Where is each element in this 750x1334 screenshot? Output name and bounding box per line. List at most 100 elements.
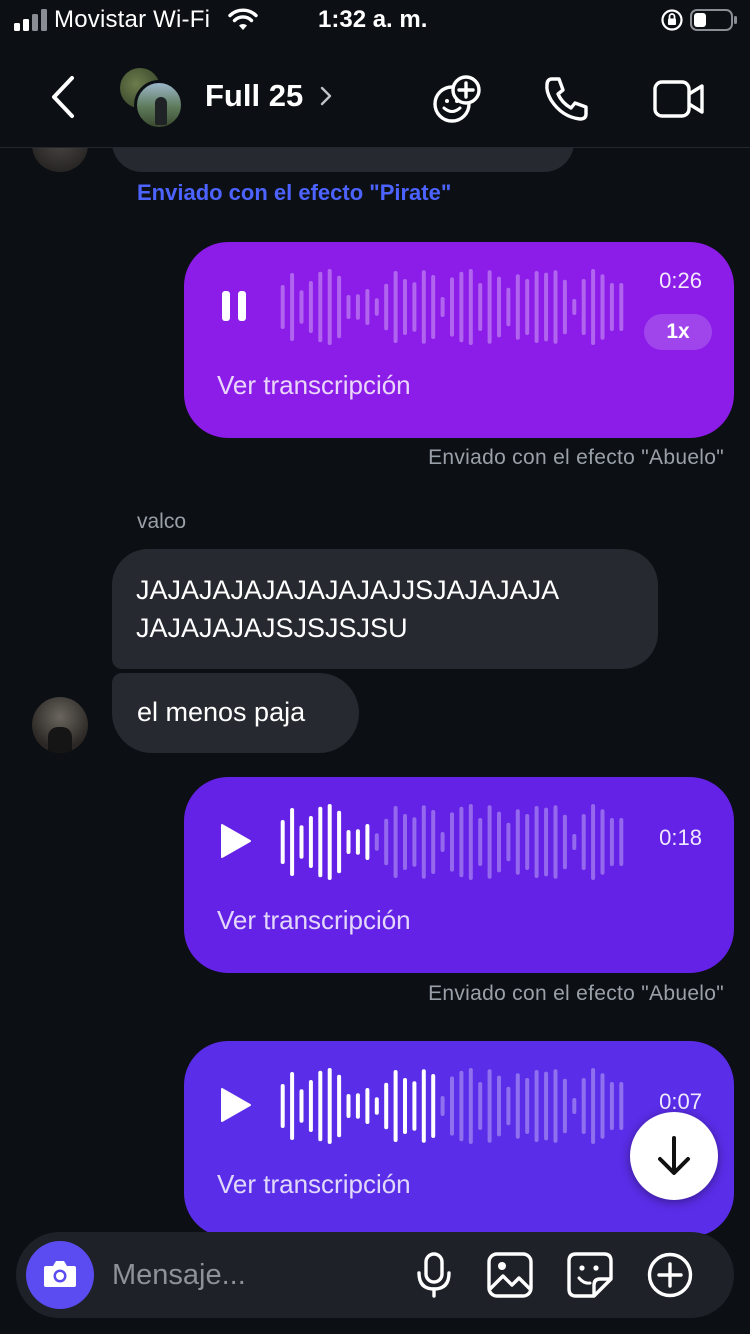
play-icon[interactable] — [216, 821, 256, 861]
arrow-down-icon — [658, 1136, 690, 1175]
waveform-bar — [525, 814, 530, 870]
waveform-bar — [318, 806, 323, 878]
waveform-bar — [619, 1082, 624, 1130]
waveform-bar — [619, 283, 624, 331]
message-list[interactable]: Enviado con el efecto "Pirate" 0:26 1x V… — [0, 148, 750, 1234]
waveform-bar — [393, 1070, 398, 1142]
message-text: JAJAJAJAJAJAJAJAJJSJAJAJAJA — [136, 575, 560, 605]
gallery-icon[interactable] — [486, 1251, 534, 1299]
message-input[interactable] — [112, 1252, 392, 1298]
waveform-bar — [374, 833, 379, 851]
wifi-icon — [228, 8, 258, 30]
audio-waveform[interactable] — [278, 1061, 626, 1151]
view-transcript-link[interactable]: Ver transcripción — [217, 1169, 411, 1200]
waveform-bar — [393, 271, 398, 343]
voice-message[interactable]: 0:18 Ver transcripción — [184, 777, 734, 973]
waveform-bar — [431, 1074, 436, 1138]
waveform-bar — [299, 290, 304, 324]
waveform-bar — [299, 1089, 304, 1123]
sender-name: valco — [137, 510, 187, 533]
message-text: el menos paja — [137, 697, 306, 727]
waveform-bar — [544, 807, 549, 877]
view-transcript-link[interactable]: Ver transcripción — [217, 905, 411, 936]
waveform-bar — [591, 804, 596, 880]
waveform-bar — [553, 1069, 558, 1143]
waveform-bar — [440, 832, 445, 852]
carrier-name: Movistar Wi-Fi — [54, 6, 211, 33]
group-avatar[interactable] — [118, 66, 188, 130]
clock: 1:32 a. m. — [318, 6, 428, 33]
waveform-bar — [290, 273, 295, 341]
audio-waveform[interactable] — [278, 262, 626, 352]
scroll-to-bottom-button[interactable] — [630, 1112, 718, 1200]
camera-button[interactable] — [26, 1241, 94, 1309]
waveform-bar — [290, 1072, 295, 1140]
waveform-bar — [431, 810, 436, 874]
voice-duration: 0:18 — [659, 825, 702, 850]
waveform-bar — [384, 283, 389, 331]
voice-duration: 0:07 — [659, 1089, 702, 1114]
waveform-bar — [487, 1069, 492, 1143]
avatar[interactable] — [32, 148, 88, 172]
effect-label-pirate[interactable]: Enviado con el efecto "Pirate" — [137, 180, 451, 206]
waveform-bar — [553, 805, 558, 879]
waveform-bar — [327, 269, 332, 345]
waveform-bar — [412, 817, 417, 867]
waveform-bar — [525, 279, 530, 335]
waveform-bar — [468, 804, 473, 880]
pause-icon[interactable] — [216, 286, 256, 326]
waveform-bar — [487, 805, 492, 879]
waveform-bar — [459, 806, 464, 878]
back-chevron-icon[interactable] — [42, 72, 82, 122]
play-icon[interactable] — [216, 1085, 256, 1125]
effect-label-abuelo[interactable]: Enviado con el efecto "Abuelo" — [428, 982, 724, 1006]
message-bubble[interactable]: JAJAJAJAJAJAJAJAJJSJAJAJAJA JAJAJAJAJSJS… — [112, 549, 658, 669]
waveform-bar — [393, 806, 398, 878]
waveform-bar — [308, 1080, 313, 1132]
effects-icon[interactable] — [430, 72, 484, 126]
message-bubble[interactable]: el menos paja — [112, 673, 359, 753]
conversation-title[interactable]: Full 25 — [205, 78, 303, 114]
video-camera-icon[interactable] — [652, 72, 706, 126]
microphone-icon[interactable] — [410, 1251, 458, 1299]
view-transcript-link[interactable]: Ver transcripción — [217, 370, 411, 401]
waveform-bar — [403, 1078, 407, 1134]
avatar[interactable] — [32, 697, 88, 753]
waveform-bar — [544, 1071, 549, 1141]
waveform-bar — [421, 1069, 426, 1143]
waveform-bar — [562, 814, 567, 870]
effect-label-abuelo[interactable]: Enviado con el efecto "Abuelo" — [428, 446, 724, 470]
audio-waveform[interactable] — [278, 797, 626, 887]
waveform-bar — [355, 1093, 360, 1119]
waveform-bar — [534, 271, 539, 343]
sticker-icon[interactable] — [566, 1251, 614, 1299]
playback-speed-button[interactable]: 1x — [644, 314, 712, 350]
waveform-bar — [346, 295, 351, 319]
plus-circle-icon[interactable] — [646, 1251, 694, 1299]
waveform-bar — [459, 271, 464, 343]
waveform-bar — [506, 287, 511, 327]
waveform-bar — [440, 1096, 445, 1116]
waveform-bar — [346, 1094, 351, 1118]
camera-icon — [44, 1261, 76, 1287]
waveform-bar — [384, 1082, 389, 1130]
waveform-bar — [412, 282, 417, 332]
waveform-bar — [478, 283, 483, 331]
waveform-bar — [515, 1073, 520, 1139]
waveform-bar — [515, 274, 520, 340]
waveform-bar — [374, 1097, 379, 1115]
message-bubble[interactable] — [112, 148, 574, 172]
waveform-bar — [487, 270, 492, 344]
waveform-bar — [478, 1082, 483, 1130]
voice-message[interactable]: 0:26 1x Ver transcripción — [184, 242, 734, 438]
phone-icon[interactable] — [540, 72, 594, 126]
status-bar: Movistar Wi-Fi 1:32 a. m. — [0, 0, 750, 42]
waveform-bar — [468, 1068, 473, 1144]
waveform-bar — [327, 1068, 332, 1144]
waveform-bar — [468, 269, 473, 345]
waveform-bar — [346, 830, 351, 854]
waveform-bar — [600, 274, 605, 340]
waveform-bar — [525, 1078, 530, 1134]
chevron-right-icon[interactable] — [318, 84, 334, 108]
waveform-bar — [544, 272, 549, 342]
